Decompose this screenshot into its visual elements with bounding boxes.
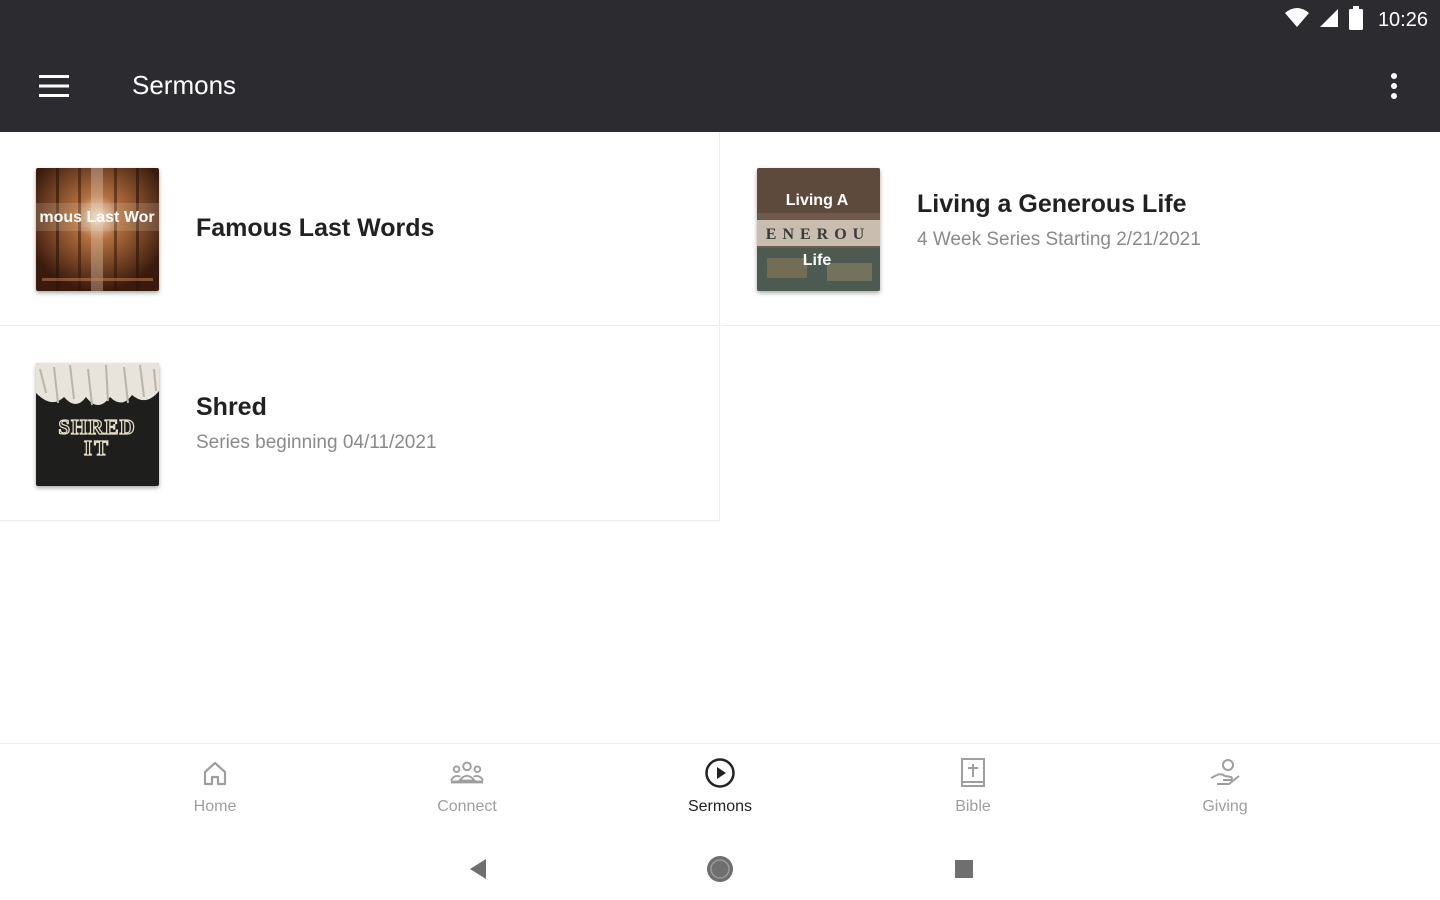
sermon-title: Famous Last Words xyxy=(196,214,435,242)
nav-item-connect[interactable]: Connect xyxy=(397,756,537,826)
signal-icon xyxy=(1318,7,1340,34)
sermon-title: Shred xyxy=(196,393,267,421)
nav-item-giving[interactable]: Giving xyxy=(1155,756,1295,826)
nav-label: Sermons xyxy=(687,798,753,815)
sermon-subtitle: Series beginning 04/11/2021 xyxy=(196,432,437,453)
sermon-subtitle: 4 Week Series Starting 2/21/2021 xyxy=(917,229,1201,250)
nav-item-sermons[interactable]: Sermons xyxy=(650,756,790,826)
thumb-text: mous Last Wor xyxy=(39,209,154,226)
nav-label: Giving xyxy=(1202,798,1248,815)
sermon-title: Living a Generous Life xyxy=(917,190,1187,218)
thumb-text-top: Living A xyxy=(786,192,849,209)
page-title: Sermons xyxy=(132,70,237,100)
system-navigation-bar xyxy=(0,839,1440,900)
recents-icon[interactable] xyxy=(944,849,984,889)
toolbar: Sermons xyxy=(0,40,1440,132)
status-bar: 10:26 xyxy=(1284,0,1440,40)
nav-item-home[interactable]: Home xyxy=(145,756,285,826)
home-circle-icon[interactable] xyxy=(700,849,740,889)
sermon-thumbnail: Living A ENEROU Life xyxy=(757,168,880,291)
nav-label: Bible xyxy=(955,798,991,815)
thumb-text-bottom: Life xyxy=(803,252,832,269)
app-bar: 10:26 Sermons xyxy=(0,0,1440,132)
battery-icon xyxy=(1348,5,1364,35)
sermon-text: Shred Series beginning 04/11/2021 xyxy=(196,327,699,520)
more-vertical-icon[interactable] xyxy=(1370,58,1418,114)
sermon-card-shred[interactable]: SHRED IT Shred Series beginning 04/11/20… xyxy=(0,327,720,521)
nav-label: Connect xyxy=(437,798,497,815)
back-icon[interactable] xyxy=(458,849,498,889)
thumb-text-bottom: IT xyxy=(84,436,110,460)
play-circle-icon xyxy=(703,756,737,790)
nav-item-bible[interactable]: Bible xyxy=(903,756,1043,826)
wifi-icon xyxy=(1284,7,1310,34)
sermon-text: Living a Generous Life 4 Week Series Sta… xyxy=(917,132,1421,325)
sermon-thumbnail: mous Last Wor xyxy=(36,168,159,291)
thumb-text-mid: ENEROU xyxy=(766,226,870,243)
sermon-text: Famous Last Words xyxy=(196,132,699,325)
sermon-thumbnail: SHRED IT xyxy=(36,363,159,486)
people-icon xyxy=(450,756,484,790)
sermon-card-living-a-generous-life[interactable]: Living A ENEROU Life Living a Generous L… xyxy=(721,132,1440,326)
status-time: 10:26 xyxy=(1377,8,1428,31)
bible-icon xyxy=(956,756,990,790)
giving-hand-icon xyxy=(1208,756,1242,790)
home-icon xyxy=(198,756,232,790)
bottom-navigation: Home Connect Sermons Bible Giving xyxy=(0,743,1440,839)
hamburger-menu-icon[interactable] xyxy=(26,58,82,114)
nav-label: Home xyxy=(193,798,237,815)
sermon-card-famous-last-words[interactable]: mous Last Wor Famous Last Words xyxy=(0,132,720,326)
